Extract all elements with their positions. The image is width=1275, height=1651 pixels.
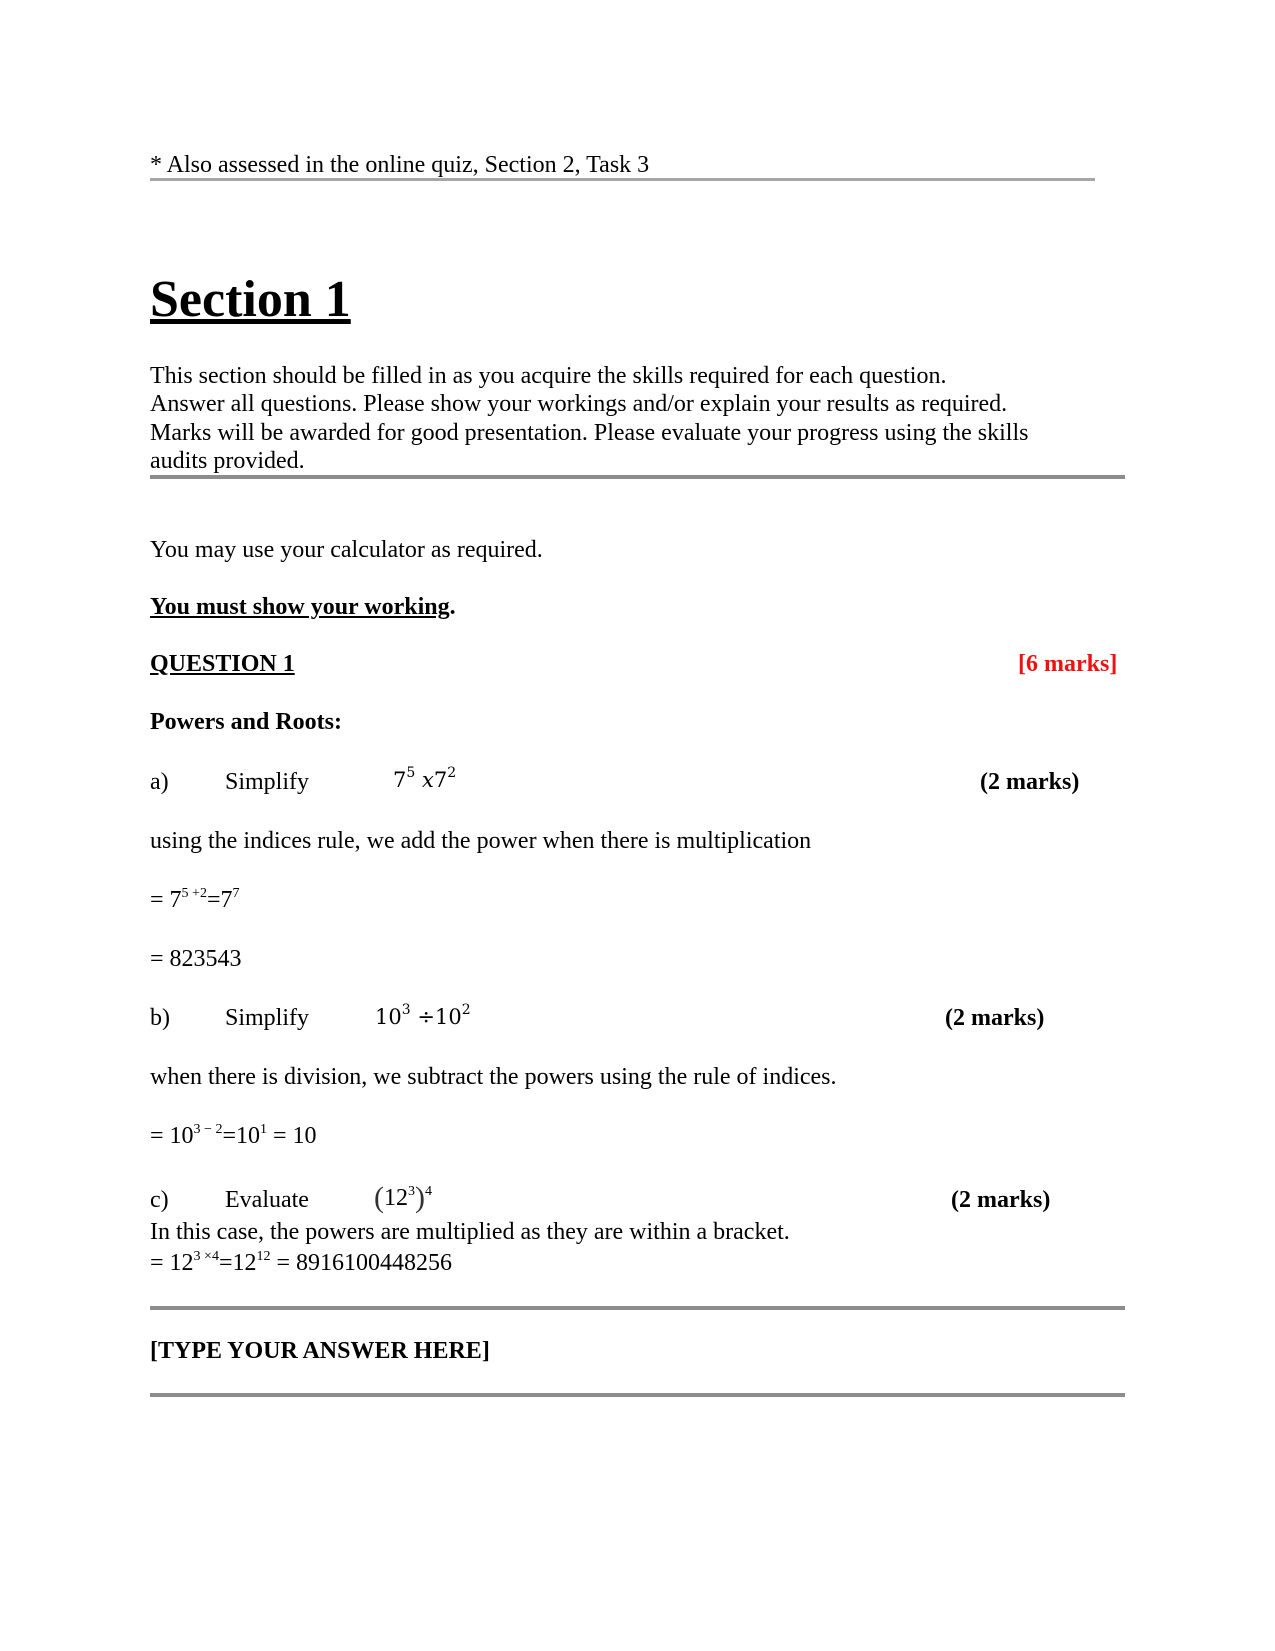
step-text: = 7	[150, 887, 182, 913]
section-intro-line-3: Marks will be awarded for good presentat…	[150, 420, 1029, 446]
step-exponent: 3 ×4	[193, 1249, 219, 1264]
step-exponent: 7	[232, 886, 240, 901]
part-b-step-1: = 103 − 2=101 = 10	[150, 1122, 317, 1150]
working-note-suffix: .	[449, 594, 456, 620]
part-a-explanation: using the indices rule, we add the power…	[150, 828, 812, 854]
footnote-divider	[150, 178, 1095, 181]
expr-exponent: 3	[401, 1002, 411, 1018]
step-exponent: 12	[256, 1249, 271, 1264]
step-text: = 10	[150, 1123, 194, 1149]
expr-base: 10	[434, 1005, 462, 1029]
section-intro-line-1: This section should be filled in as you …	[150, 363, 947, 389]
calculator-note: You may use your calculator as required.	[150, 537, 543, 563]
part-a-expression: 75 x72	[393, 765, 457, 792]
expr-base: 12	[384, 1185, 408, 1211]
part-a-verb: Simplify	[225, 769, 310, 795]
part-c-label: c)	[150, 1187, 169, 1213]
expr-operator: ÷	[417, 1005, 435, 1029]
expr-base: 7	[433, 768, 448, 792]
part-c-verb: Evaluate	[225, 1187, 309, 1213]
section-intro-line-4: audits provided.	[150, 448, 305, 474]
part-b-verb: Simplify	[225, 1005, 310, 1031]
question-topic: Powers and Roots:	[150, 709, 342, 735]
working-note: You must show your working.	[150, 593, 456, 621]
step-exponent: 3 − 2	[193, 1122, 223, 1137]
expr-open-paren: (	[374, 1181, 384, 1214]
step-text: =10	[222, 1123, 260, 1149]
part-c-explanation: In this case, the powers are multiplied …	[150, 1219, 790, 1245]
answer-placeholder[interactable]: [TYPE YOUR ANSWER HERE]	[150, 1337, 490, 1365]
part-c-step-1: = 123 ×4=1212 = 8916100448256	[150, 1249, 452, 1277]
part-b-label: b)	[150, 1005, 170, 1031]
expr-exponent: 5	[406, 765, 416, 781]
working-note-underlined: You must show your working	[150, 594, 450, 620]
part-b-explanation: when there is division, we subtract the …	[150, 1064, 837, 1090]
step-text: =7	[206, 887, 233, 913]
question-title: QUESTION 1	[150, 651, 295, 677]
part-a-step-2: = 823543	[150, 946, 242, 972]
expr-base: 7	[393, 768, 407, 792]
part-b-expression: 103 ÷102	[375, 1002, 471, 1029]
part-c-expression: (123)4	[374, 1181, 432, 1214]
expr-operator: x	[421, 768, 434, 792]
part-a-step-1: = 75 +2=77	[150, 886, 240, 914]
part-c-marks: (2 marks)	[951, 1187, 1051, 1213]
footnote: * Also assessed in the online quiz, Sect…	[150, 152, 650, 178]
section-title: Section 1	[150, 271, 351, 328]
answer-top-divider	[150, 1306, 1125, 1310]
part-a-marks: (2 marks)	[980, 769, 1080, 795]
step-exponent: 5 +2	[181, 886, 207, 901]
step-text: =12	[218, 1250, 257, 1276]
expr-exponent: 2	[447, 765, 457, 781]
step-text: = 12	[150, 1250, 194, 1276]
expr-base: 10	[375, 1005, 402, 1029]
step-exponent: 1	[260, 1122, 267, 1137]
expr-exponent: 4	[425, 1184, 432, 1199]
expr-close-paren: )	[415, 1181, 425, 1214]
part-a-label: a)	[150, 769, 169, 795]
step-text: = 10	[267, 1123, 317, 1149]
intro-divider	[150, 475, 1125, 479]
part-b-marks: (2 marks)	[945, 1005, 1045, 1031]
step-text: = 8916100448256	[270, 1250, 453, 1276]
answer-bottom-divider	[150, 1393, 1125, 1397]
section-intro-line-2: Answer all questions. Please show your w…	[150, 391, 1008, 417]
question-marks: [6 marks]	[1018, 651, 1118, 677]
expr-exponent: 2	[461, 1002, 471, 1018]
expr-exponent: 3	[408, 1184, 415, 1199]
